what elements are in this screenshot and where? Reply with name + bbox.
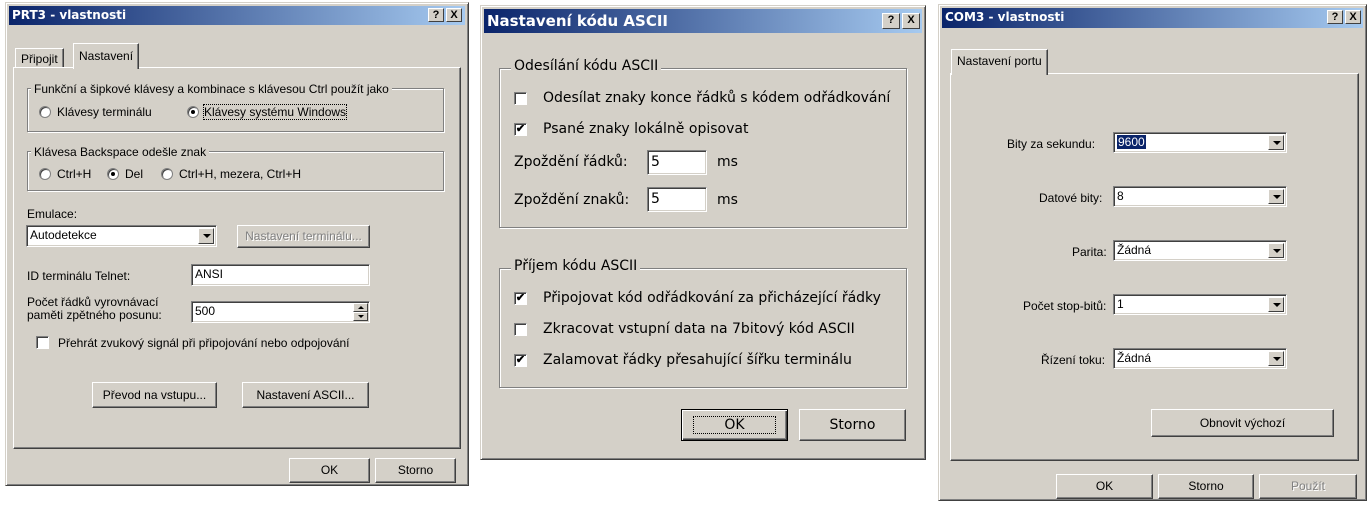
chevron-down-icon[interactable] bbox=[198, 228, 214, 244]
com3-properties-dialog: COM3 - vlastnosti ? X Nastavení portu Bi… bbox=[938, 4, 1367, 501]
telnet-id-field[interactable]: ANSI bbox=[191, 264, 370, 286]
parity-label: Parita: bbox=[1072, 245, 1107, 259]
parity-select[interactable]: Žádná bbox=[1113, 240, 1287, 261]
close-button[interactable]: X bbox=[446, 8, 462, 22]
line-delay-unit: ms bbox=[717, 154, 738, 170]
terminal-keys-radio[interactable] bbox=[39, 106, 51, 118]
buffer-label-line2: paměti zpětného posunu: bbox=[27, 308, 162, 322]
receive-group-label: Příjem kódu ASCII bbox=[511, 258, 641, 274]
cancel-button[interactable]: Storno bbox=[799, 409, 906, 441]
ascii-settings-dialog: Nastavení kódu ASCII ? X Odesílání kódu … bbox=[480, 5, 926, 460]
sound-checkbox[interactable] bbox=[36, 336, 49, 349]
send-line-ends-label[interactable]: Odesílat znaky konce řádků s kódem odřád… bbox=[543, 90, 890, 106]
buffer-lines-value: 500 bbox=[195, 304, 216, 318]
help-button[interactable]: ? bbox=[1327, 10, 1343, 24]
tab-settings[interactable]: Nastavení bbox=[73, 43, 140, 69]
stop-bits-value: 1 bbox=[1117, 297, 1124, 311]
del-radio[interactable] bbox=[107, 168, 119, 180]
tab-port-settings[interactable]: Nastavení portu bbox=[951, 49, 1048, 75]
ok-button[interactable]: OK bbox=[1056, 474, 1153, 499]
backspace-group-label: Klávesa Backspace odešle znak bbox=[31, 145, 210, 159]
ok-button[interactable]: OK bbox=[289, 458, 370, 483]
strip-7bit-checkbox[interactable] bbox=[514, 323, 527, 336]
chevron-down-icon[interactable] bbox=[1268, 135, 1284, 150]
append-linefeed-checkbox[interactable]: ✔ bbox=[514, 292, 527, 305]
windows-keys-label[interactable]: Klávesy systému Windows bbox=[202, 104, 348, 120]
chevron-down-icon[interactable] bbox=[1268, 297, 1284, 312]
wrap-lines-label[interactable]: Zalamovat řádky přesahující šířku termin… bbox=[543, 352, 852, 368]
flow-control-label: Řízení toku: bbox=[1041, 353, 1106, 367]
help-button[interactable]: ? bbox=[428, 8, 444, 22]
terminal-keys-label[interactable]: Klávesy terminálu bbox=[57, 105, 152, 119]
strip-7bit-label[interactable]: Zkracovat vstupní data na 7bitový kód AS… bbox=[543, 321, 855, 337]
emulation-select[interactable]: Autodetekce bbox=[26, 225, 217, 247]
line-delay-field[interactable]: 5 bbox=[647, 150, 707, 175]
char-delay-label: Zpoždění znaků: bbox=[514, 192, 630, 208]
keys-group-label: Funkční a šipkové klávesy a kombinace s … bbox=[31, 82, 392, 96]
stop-bits-select[interactable]: 1 bbox=[1113, 294, 1287, 315]
ascii-settings-button[interactable]: Nastavení ASCII... bbox=[242, 382, 369, 408]
bps-select[interactable]: 9600 bbox=[1113, 132, 1287, 153]
line-delay-label: Zpoždění řádků: bbox=[514, 154, 628, 170]
stop-bits-label: Počet stop-bitů: bbox=[1023, 299, 1107, 313]
chevron-down-icon[interactable] bbox=[1268, 189, 1284, 204]
bps-label: Bity za sekundu: bbox=[1007, 137, 1096, 151]
apply-button: Použít bbox=[1259, 474, 1357, 499]
window-title: Nastavení kódu ASCII bbox=[487, 12, 668, 30]
data-bits-value: 8 bbox=[1117, 189, 1124, 203]
chevron-down-icon[interactable] bbox=[1268, 243, 1284, 258]
cancel-button[interactable]: Storno bbox=[375, 458, 456, 483]
char-delay-value: 5 bbox=[651, 191, 660, 207]
send-line-ends-checkbox[interactable] bbox=[514, 92, 527, 105]
ok-button-label: OK bbox=[693, 416, 776, 434]
parity-value: Žádná bbox=[1117, 243, 1152, 257]
chevron-down-icon[interactable] bbox=[1268, 351, 1284, 366]
telnet-id-value: ANSI bbox=[195, 267, 224, 281]
ctrl-h-space-radio[interactable] bbox=[161, 168, 173, 180]
windows-keys-radio[interactable] bbox=[187, 106, 199, 118]
wrap-lines-checkbox[interactable]: ✔ bbox=[514, 354, 527, 367]
input-translation-button[interactable]: Převod na vstupu... bbox=[92, 382, 217, 408]
spin-arrows-icon[interactable] bbox=[353, 303, 368, 321]
buffer-label-line1: Počet řádků vyrovnávací bbox=[27, 295, 159, 309]
sound-checkbox-label[interactable]: Přehrát zvukový signál při připojování n… bbox=[58, 336, 350, 350]
line-delay-value: 5 bbox=[651, 154, 660, 170]
data-bits-label: Datové bity: bbox=[1039, 191, 1103, 205]
window-title: PRT3 - vlastnosti bbox=[12, 8, 127, 22]
emulation-label: Emulace: bbox=[27, 207, 78, 221]
flow-control-value: Žádná bbox=[1117, 351, 1152, 365]
char-delay-unit: ms bbox=[717, 192, 738, 208]
telnet-id-label: ID terminálu Telnet: bbox=[27, 269, 131, 283]
ctrl-h-space-label[interactable]: Ctrl+H, mezera, Ctrl+H bbox=[179, 167, 301, 181]
ok-button[interactable]: OK bbox=[681, 409, 788, 441]
echo-label[interactable]: Psané znaky lokálně opisovat bbox=[543, 121, 748, 137]
title-bar[interactable]: PRT3 - vlastnosti ? X bbox=[9, 6, 465, 25]
buffer-lines-stepper[interactable]: 500 bbox=[191, 301, 370, 323]
help-button[interactable]: ? bbox=[882, 13, 900, 29]
terminal-settings-button: Nastavení terminálu... bbox=[237, 225, 370, 248]
echo-checkbox[interactable]: ✔ bbox=[514, 123, 527, 136]
restore-defaults-button[interactable]: Obnovit výchozí bbox=[1151, 409, 1334, 437]
data-bits-select[interactable]: 8 bbox=[1113, 186, 1287, 207]
ctrl-h-radio[interactable] bbox=[39, 168, 51, 180]
char-delay-field[interactable]: 5 bbox=[647, 187, 707, 212]
bps-value: 9600 bbox=[1117, 135, 1146, 149]
append-linefeed-label[interactable]: Připojovat kód odřádkování za přicházejí… bbox=[543, 290, 881, 306]
window-title: COM3 - vlastnosti bbox=[945, 10, 1065, 24]
ctrl-h-label[interactable]: Ctrl+H bbox=[57, 167, 91, 181]
close-button[interactable]: X bbox=[902, 13, 920, 29]
prt3-properties-dialog: PRT3 - vlastnosti ? X Připojit Nastavení… bbox=[5, 2, 469, 486]
del-label[interactable]: Del bbox=[125, 167, 143, 181]
title-bar[interactable]: COM3 - vlastnosti ? X bbox=[942, 8, 1363, 28]
flow-control-select[interactable]: Žádná bbox=[1113, 348, 1287, 369]
cancel-button[interactable]: Storno bbox=[1158, 474, 1254, 499]
close-button[interactable]: X bbox=[1345, 10, 1361, 24]
emulation-value: Autodetekce bbox=[30, 228, 97, 242]
send-group-label: Odesílání kódu ASCII bbox=[511, 58, 662, 74]
tab-connect[interactable]: Připojit bbox=[15, 48, 64, 68]
title-bar[interactable]: Nastavení kódu ASCII ? X bbox=[484, 9, 922, 33]
